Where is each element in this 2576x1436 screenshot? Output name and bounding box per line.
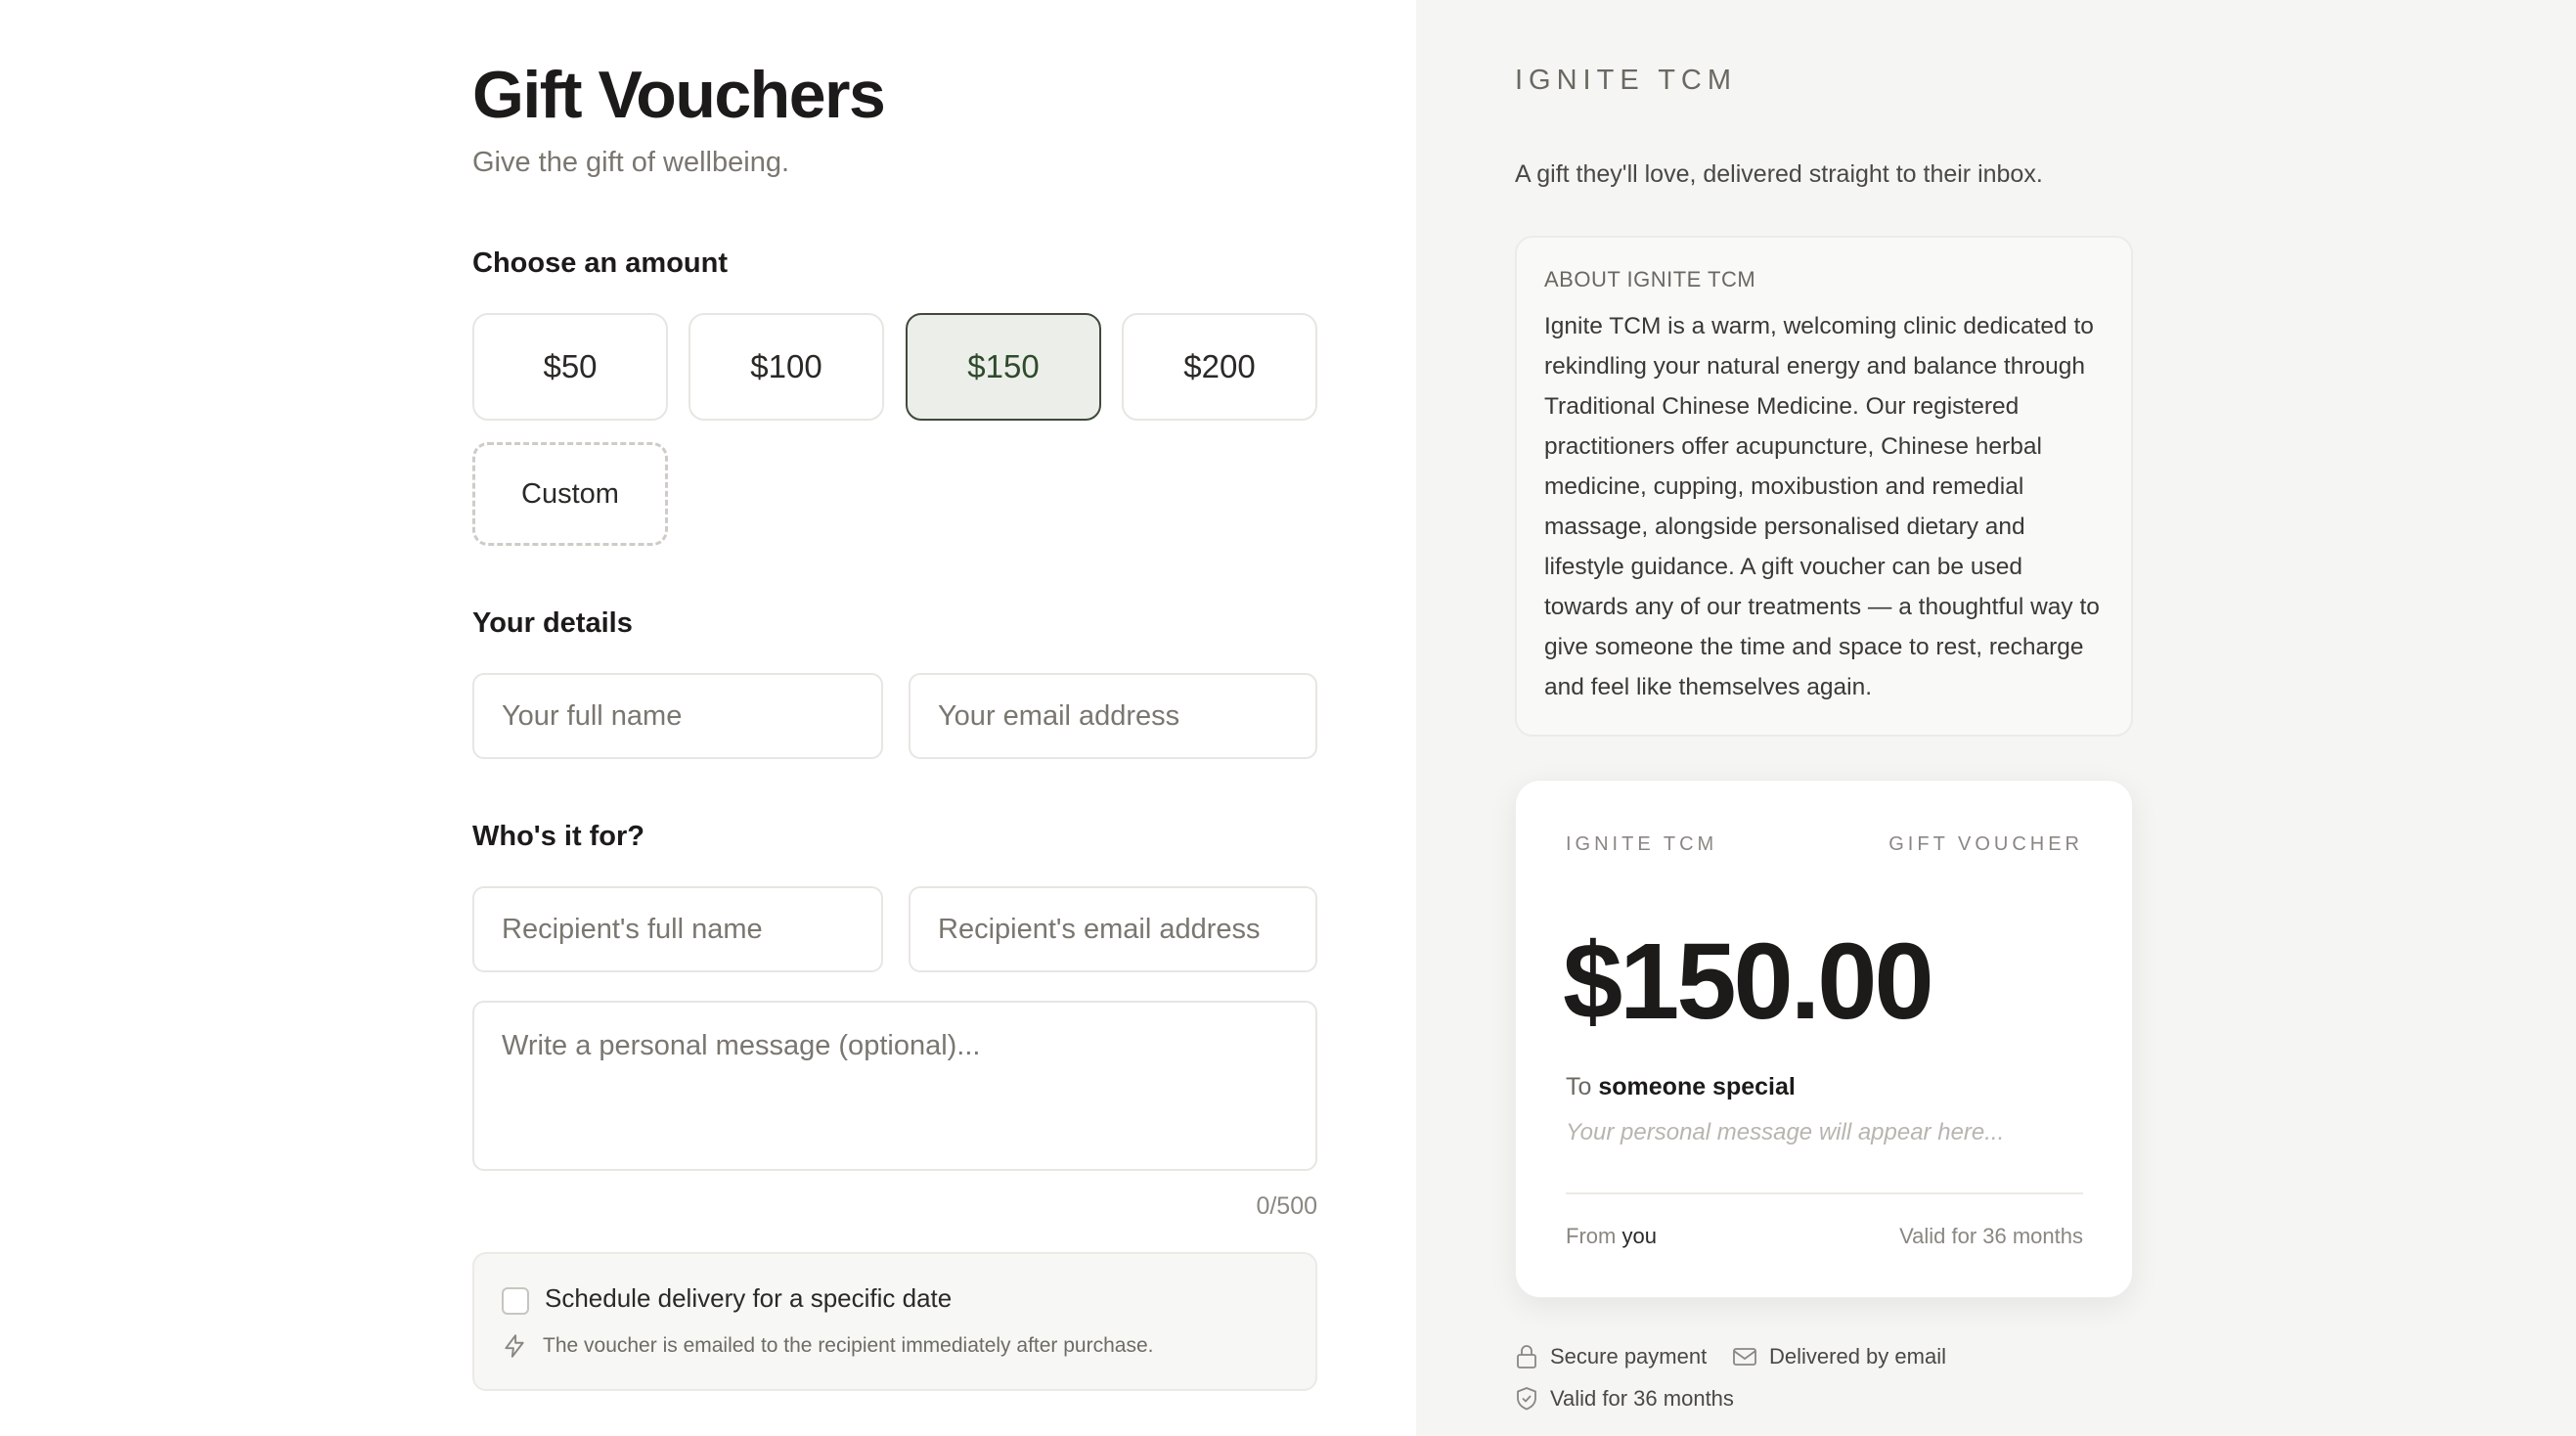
about-heading: ABOUT IGNITE TCM [1544,267,1756,292]
page-subtitle: Give the gift of wellbeing. [472,147,790,178]
tagline: A gift they'll love, delivered straight … [1515,160,2043,188]
voucher-message: Your personal message will appear here..… [1566,1119,2005,1145]
schedule-delivery-checkbox[interactable] [502,1287,529,1315]
recipient-heading: Who's it for? [472,821,645,852]
your-name-input[interactable] [472,673,883,759]
voucher-amount: $150.00 [1563,921,1934,1042]
feature-valid-label: Valid for 36 months [1550,1386,1734,1411]
feature-delivered-label: Delivered by email [1769,1344,1946,1369]
schedule-delivery-label[interactable]: Schedule delivery for a specific date [545,1283,952,1314]
lock-icon [1517,1345,1536,1369]
schedule-delivery-box: Schedule delivery for a specific date Th… [472,1252,1317,1391]
amount-heading: Choose an amount [472,247,729,279]
amount-option-200[interactable]: $200 [1122,313,1317,421]
feature-validity: Valid for 36 months [1515,1386,1734,1412]
feature-secure-payment: Secure payment [1515,1344,1707,1369]
custom-amount-button[interactable]: Custom [472,442,668,546]
voucher-recipient: To someone special [1566,1073,1796,1101]
voucher-sender: From you [1566,1224,1657,1249]
schedule-delivery-note: The voucher is emailed to the recipient … [543,1334,1154,1357]
page: Gift Vouchers Give the gift of wellbeing… [0,0,2576,1436]
mail-icon [1733,1348,1756,1366]
personal-message-textarea[interactable] [472,1001,1317,1171]
voucher-validity: Valid for 36 months [1899,1224,2083,1248]
message-char-counter: 0/500 [1256,1192,1317,1220]
voucher-from-prefix: From [1566,1224,1617,1248]
amount-option-150[interactable]: $150 [906,313,1101,421]
recipient-email-input[interactable] [909,886,1317,972]
voucher-to-prefix: To [1566,1073,1592,1100]
voucher-form-panel: Gift Vouchers Give the gift of wellbeing… [0,0,1416,1436]
about-card: ABOUT IGNITE TCM Ignite TCM is a warm, w… [1515,236,2133,737]
your-details-heading: Your details [472,607,633,639]
voucher-brand: IGNITE TCM [1566,833,1718,855]
brand-name: IGNITE TCM [1515,65,1738,96]
recipient-name-input[interactable] [472,886,883,972]
voucher-divider [1566,1192,2083,1194]
voucher-type: GIFT VOUCHER [1888,833,2083,855]
voucher-to-name: someone special [1598,1073,1796,1100]
amount-option-100[interactable]: $100 [688,313,884,421]
amount-option-50[interactable]: $50 [472,313,668,421]
voucher-from-name: you [1621,1224,1657,1248]
lightning-icon [505,1334,524,1358]
voucher-preview-card: IGNITE TCM GIFT VOUCHER $150.00 To someo… [1515,780,2133,1298]
feature-delivered-email: Delivered by email [1732,1344,1946,1369]
page-title: Gift Vouchers [472,58,886,132]
shield-check-icon [1517,1387,1536,1411]
feature-secure-label: Secure payment [1550,1344,1708,1369]
your-email-input[interactable] [909,673,1317,759]
about-text: Ignite TCM is a warm, welcoming clinic d… [1544,313,2100,700]
